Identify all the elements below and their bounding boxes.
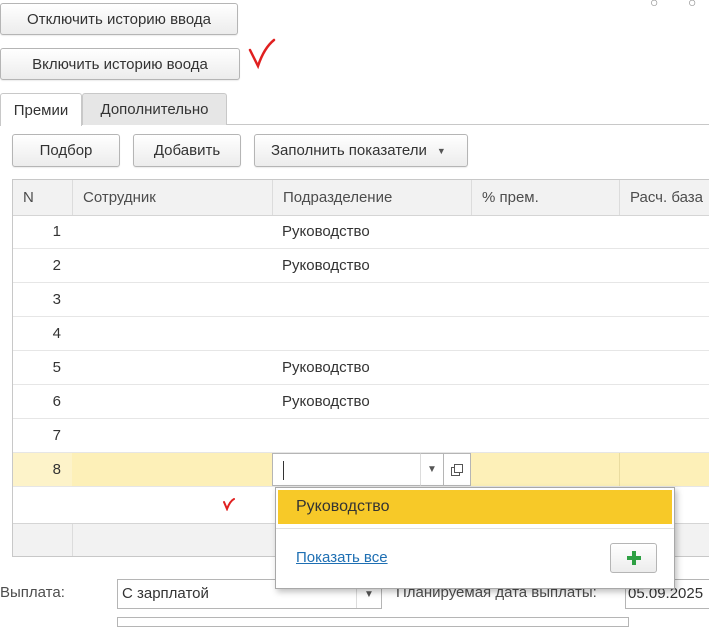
table-row[interactable]: 6 Руководство — [13, 385, 709, 419]
dropdown-arrow-icon: ▼ — [436, 145, 446, 156]
column-header-department[interactable]: Подразделение — [272, 180, 471, 215]
table-row[interactable]: 1 Руководство — [13, 215, 709, 249]
plus-icon — [626, 551, 641, 565]
annotation-tick-icon — [223, 498, 235, 511]
annotation-check-icon — [248, 38, 276, 70]
fill-indicators-button[interactable]: Заполнить показатели ▼ — [254, 134, 468, 167]
table-row[interactable]: 4 — [13, 317, 709, 351]
pick-button[interactable]: Подбор — [12, 134, 120, 167]
window-close-icon[interactable]: ○ — [688, 0, 700, 10]
column-header-percent[interactable]: % прем. — [471, 180, 619, 215]
column-header-n[interactable]: N — [13, 180, 72, 215]
footer-divider — [72, 524, 73, 556]
row-number: 3 — [52, 291, 61, 308]
department-cell[interactable]: Руководство — [282, 351, 370, 384]
disable-history-button[interactable]: Отключить историю ввода — [0, 3, 238, 35]
row-number: 6 — [52, 393, 61, 410]
table-row-selected[interactable]: 8 ▼ — [13, 453, 709, 487]
row-number: 4 — [52, 325, 61, 342]
department-dropdown-popup: Руководство Показать все — [275, 487, 675, 589]
comment-field[interactable] — [117, 617, 629, 627]
open-form-button[interactable] — [444, 453, 471, 486]
row-number: 1 — [52, 223, 61, 240]
open-window-icon — [451, 463, 463, 476]
row-number: 5 — [52, 359, 61, 376]
fill-indicators-label: Заполнить показатели — [271, 142, 427, 159]
column-header-base[interactable]: Расч. база — [619, 180, 709, 215]
tab-dopolnitelno[interactable]: Дополнительно — [82, 93, 227, 125]
employee-cell[interactable] — [72, 453, 272, 486]
dropdown-item-rukovodstvo[interactable]: Руководство — [278, 490, 672, 524]
popup-divider — [276, 528, 674, 529]
window-minimize-icon[interactable]: ○ — [650, 0, 662, 10]
department-input[interactable] — [272, 453, 444, 486]
row-number: 2 — [52, 257, 61, 274]
show-all-link[interactable]: Показать все — [296, 549, 388, 566]
add-button[interactable]: Добавить — [133, 134, 241, 167]
table-row[interactable]: 3 — [13, 283, 709, 317]
table-header: N Сотрудник Подразделение % прем. Расч. … — [13, 180, 709, 216]
create-new-button[interactable] — [610, 543, 657, 573]
row-number: 7 — [52, 427, 61, 444]
percent-cell[interactable] — [471, 453, 619, 486]
tab-premii[interactable]: Премии — [0, 93, 82, 126]
table-row[interactable]: 7 — [13, 419, 709, 453]
text-caret — [283, 461, 284, 480]
table-row[interactable]: 5 Руководство — [13, 351, 709, 385]
department-cell[interactable]: Руководство — [282, 385, 370, 418]
department-cell[interactable]: Руководство — [282, 215, 370, 248]
base-cell[interactable] — [619, 453, 709, 486]
payment-label: Выплата: — [0, 584, 65, 601]
department-dropdown-button[interactable]: ▼ — [420, 453, 444, 486]
column-header-employee[interactable]: Сотрудник — [72, 180, 272, 215]
enable-history-button[interactable]: Включить историю воода — [0, 48, 240, 80]
department-cell[interactable]: Руководство — [282, 249, 370, 282]
table-row[interactable]: 2 Руководство — [13, 249, 709, 283]
row-number: 8 — [52, 461, 61, 478]
payment-select-value: С зарплатой — [122, 585, 209, 602]
